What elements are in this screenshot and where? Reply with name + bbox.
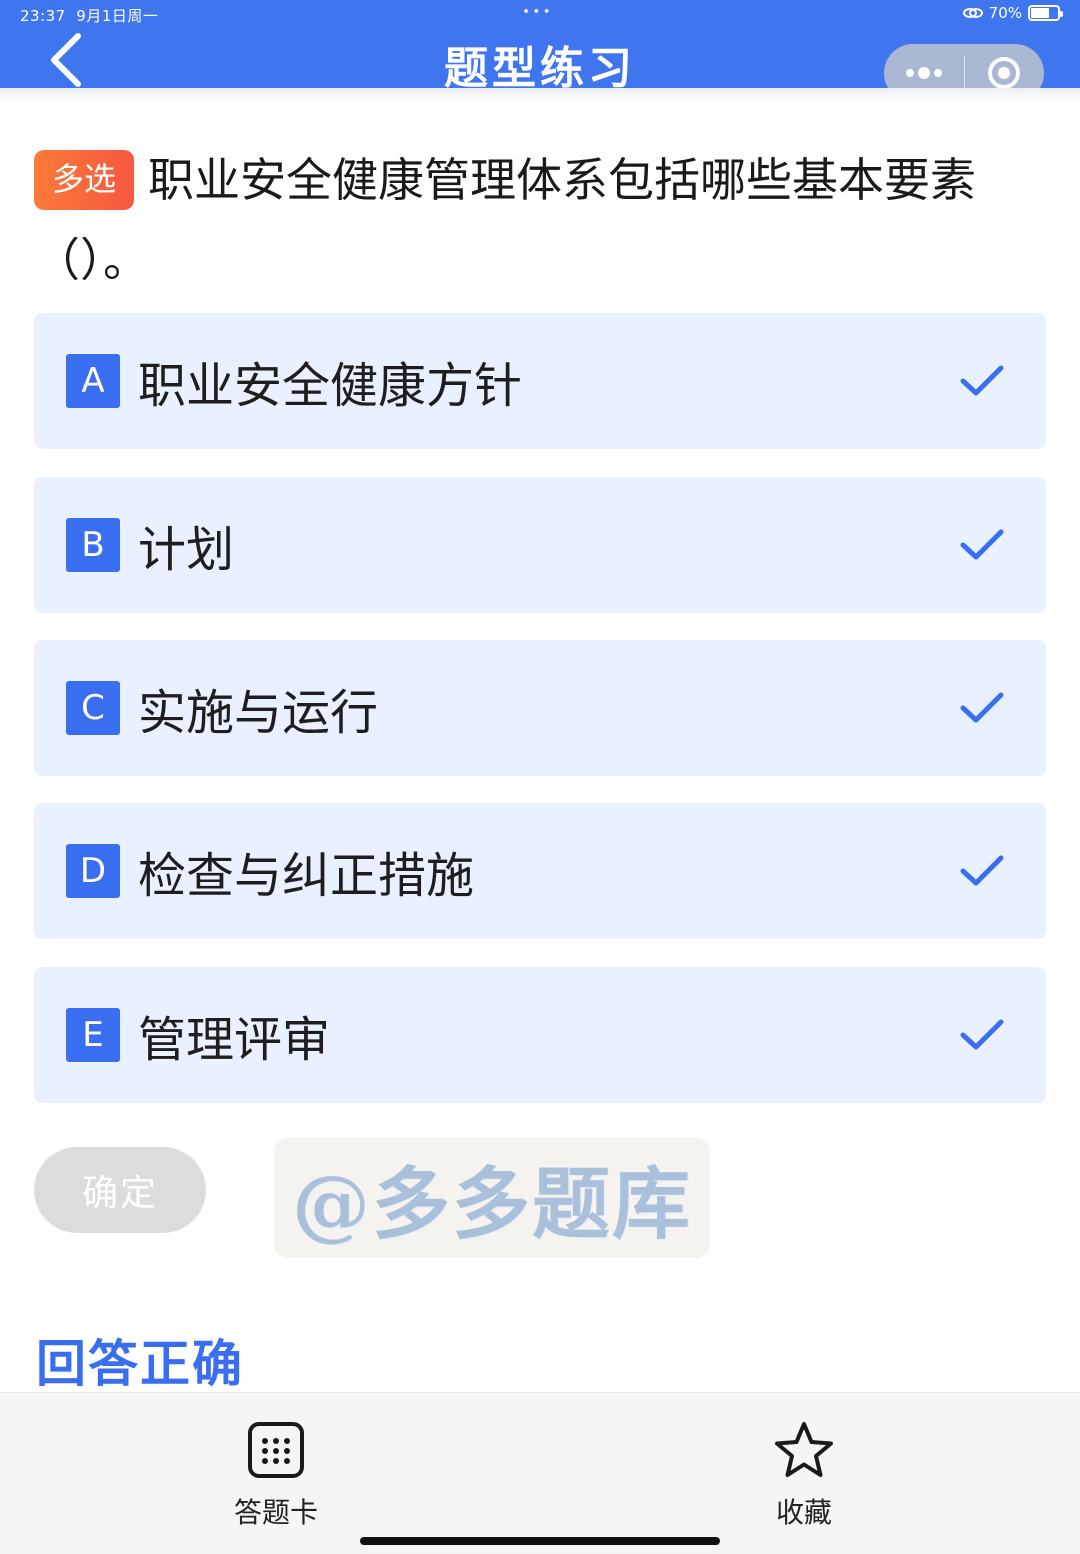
question-text: 职业安全健康管理体系包括哪些基本要素（）。 [34, 153, 977, 287]
status-right: 70% [962, 4, 1063, 22]
battery-icon [1028, 5, 1063, 21]
page: 23:37 9月1日周一 ••• 70% 题型练习 多选 职业安全健康管理体系包… [0, 0, 1080, 1554]
status-time: 23:37 9月1日周一 [20, 7, 159, 25]
favorite-button[interactable]: 收藏 [724, 1421, 884, 1531]
question-type-tag: 多选 [34, 150, 135, 210]
option-text: 职业安全健康方针 [138, 358, 523, 414]
check-icon [952, 854, 1012, 888]
option-c[interactable]: C 实施与运行 [34, 640, 1046, 776]
option-text: 管理评审 [138, 1012, 331, 1068]
option-letter: A [66, 354, 120, 408]
answer-result: 回答正确 [36, 1335, 244, 1393]
check-icon [952, 1018, 1012, 1052]
option-a[interactable]: A 职业安全健康方针 [34, 313, 1046, 449]
more-dots-icon [905, 67, 942, 79]
check-icon [952, 364, 1012, 398]
option-b[interactable]: B 计划 [34, 477, 1046, 613]
answer-card-label: 答题卡 [233, 1496, 318, 1529]
option-text: 实施与运行 [138, 685, 379, 741]
star-icon [775, 1422, 833, 1477]
header-shadow [0, 88, 1080, 102]
target-circle-icon [988, 57, 1021, 89]
header: 23:37 9月1日周一 ••• 70% 题型练习 [0, 0, 1080, 102]
option-text: 计划 [138, 522, 235, 578]
option-e[interactable]: E 管理评审 [34, 967, 1046, 1103]
option-d[interactable]: D 检查与纠正措施 [34, 803, 1046, 939]
battery-percent: 70% [988, 4, 1022, 22]
confirm-button[interactable]: 确定 [34, 1147, 206, 1233]
question: 多选 职业安全健康管理体系包括哪些基本要素（）。 [34, 140, 1054, 300]
answer-card-button[interactable]: 答题卡 [196, 1421, 356, 1531]
home-indicator[interactable] [360, 1537, 720, 1545]
watermark: @多多题库 [274, 1138, 710, 1258]
option-letter: B [66, 518, 120, 572]
grid-icon [248, 1422, 304, 1478]
link-icon [962, 8, 983, 18]
option-letter: C [66, 681, 120, 735]
status-dots: ••• [522, 4, 553, 20]
bottom-bar: 答题卡 收藏 [0, 1392, 1080, 1554]
check-icon [952, 528, 1012, 562]
option-letter: E [66, 1008, 120, 1062]
favorite-label: 收藏 [775, 1496, 832, 1529]
option-letter: D [66, 844, 120, 898]
option-text: 检查与纠正措施 [138, 848, 475, 904]
check-icon [952, 691, 1012, 725]
